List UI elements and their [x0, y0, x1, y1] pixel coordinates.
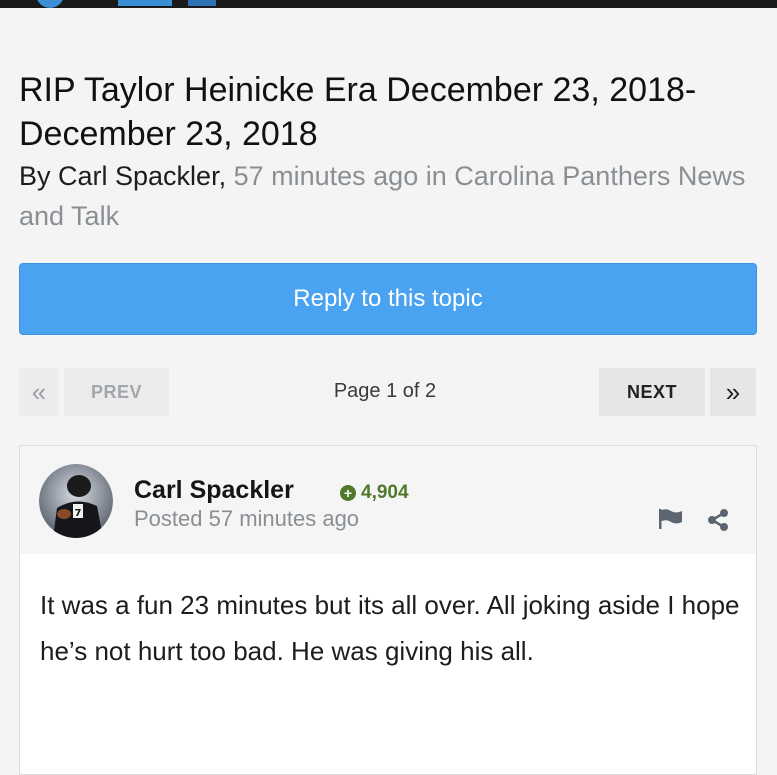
reputation-count: 4,904 [361, 482, 409, 503]
reputation-badge[interactable]: + 4,904 [340, 482, 409, 504]
svg-text:7: 7 [75, 508, 82, 519]
post-body: It was a fun 23 minutes but its all over… [40, 590, 740, 666]
post-card: 7 Carl Spackler + 4,904 Posted 57 minute… [19, 445, 757, 775]
site-logo[interactable] [36, 0, 216, 8]
topic-byline: By Carl Spackler, 57 minutes ago in Caro… [19, 156, 759, 236]
share-icon[interactable] [706, 508, 730, 532]
plus-circle-icon: + [340, 485, 356, 501]
post-header: 7 Carl Spackler + 4,904 Posted 57 minute… [20, 446, 756, 554]
first-page-button[interactable]: « [19, 368, 59, 416]
last-page-button[interactable]: » [710, 368, 756, 416]
prev-page-button[interactable]: PREV [64, 368, 169, 416]
topic-title: RIP Taylor Heinicke Era December 23, 201… [19, 71, 697, 153]
avatar[interactable]: 7 [39, 464, 113, 538]
post-timestamp[interactable]: Posted 57 minutes ago [134, 506, 359, 532]
reply-to-topic-button[interactable]: Reply to this topic [19, 263, 757, 335]
page-indicator[interactable]: Page 1 of 2 [300, 380, 470, 403]
next-page-button[interactable]: NEXT [599, 368, 705, 416]
post-author[interactable]: Carl Spackler [134, 476, 294, 505]
flag-icon[interactable] [658, 508, 684, 530]
site-header-strip [0, 0, 777, 8]
byline-author[interactable]: By Carl Spackler, [19, 161, 226, 191]
